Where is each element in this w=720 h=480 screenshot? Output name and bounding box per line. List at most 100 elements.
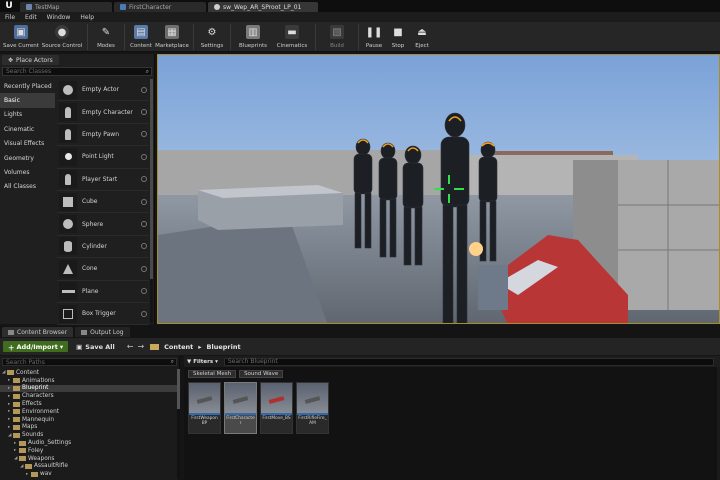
category-recently-placed[interactable]: Recently Placed [0,79,55,93]
doc-tab-label: TestMap [35,3,60,11]
asset-tile[interactable]: FirstWeaponBP [188,382,221,434]
cinematics-label: Cinematics [276,43,308,49]
tree-folder-content[interactable]: ◢ Content [0,369,178,377]
tree-folder-characters[interactable]: ▸ Characters [0,392,178,400]
tree-folder-maps[interactable]: ▸ Maps [0,424,178,432]
filter-chip-skeletal-mesh[interactable]: Skeletal Mesh [188,370,237,378]
actor-item-cylinder[interactable]: Cylinder [57,236,149,259]
actor-item-player-start[interactable]: Player Start [57,169,149,191]
tree-scrollbar[interactable] [177,369,180,479]
info-icon[interactable] [141,86,147,93]
category-basic[interactable]: Basic [0,93,55,108]
doc-tab-animation[interactable]: sw_Wep_AR_SProot_LP_01 [208,2,318,12]
actor-item-empty-character[interactable]: Empty Character [57,101,149,124]
folder-icon [13,417,20,423]
add-import-button[interactable]: ＋ Add/Import ▾ [3,341,69,352]
actor-label: Empty Character [82,108,133,116]
actor-item-box-trigger[interactable]: Box Trigger [57,303,149,326]
marketplace-button[interactable]: ▦ Marketplace [154,22,190,52]
actor-item-point-light[interactable]: Point Light [57,146,149,169]
menu-file[interactable]: File [5,14,15,21]
info-icon[interactable] [141,265,147,272]
cinematics-button[interactable]: ▬ Cinematics [272,22,312,52]
forward-arrow-icon[interactable]: → [137,342,144,351]
menu-edit[interactable]: Edit [25,14,37,21]
back-arrow-icon[interactable]: ← [127,342,134,351]
actor-item-empty-actor[interactable]: Empty Actor [57,79,149,102]
tab-content-browser[interactable]: Content Browser [2,327,74,337]
actor-label: Cone [82,265,98,273]
source-control-button[interactable]: ● Source Control [40,22,84,52]
info-icon[interactable] [141,243,147,250]
filters-button[interactable]: ▼ Filters ▾ [187,359,218,365]
search-blueprint-input[interactable]: Search Blueprint [223,357,714,366]
toolbar-divider [193,24,194,50]
info-icon[interactable] [141,176,147,183]
tree-folder-effects[interactable]: ▸ Effects [0,400,178,408]
tree-folder-audio-settings[interactable]: ▸ Audio_Settings [0,439,178,447]
eject-button[interactable]: ⏏ Eject [410,22,434,52]
doc-tab-label: FirstCharacter [129,3,172,11]
cube-icon [59,192,77,211]
build-button[interactable]: ▧ Build [319,22,355,52]
actor-item-cube[interactable]: Cube [57,191,149,214]
blueprints-button[interactable]: ▥ Blueprints [234,22,272,52]
tree-folder-foley[interactable]: ▸ Foley [0,447,178,455]
tree-folder-label: Blueprint [22,385,49,392]
tree-folder-environment[interactable]: ▸ Environment [0,408,178,416]
actor-item-plane[interactable]: Plane [57,281,149,303]
asset-tile[interactable]: FirstCharacter [224,382,257,434]
stop-button[interactable]: ■ Stop [386,22,410,52]
tree-folder-assaultrifle[interactable]: ◢ AssaultRifle [0,463,178,471]
asset-tile[interactable]: FirstRifleFire_AM [296,382,329,434]
doc-tab-firstcharacter[interactable]: FirstCharacter [114,2,206,12]
pause-button[interactable]: ❚❚ Pause [362,22,386,52]
settings-label: Settings [200,43,224,49]
tree-folder-mannequin[interactable]: ▸ Mannequin [0,416,178,424]
category-lights[interactable]: Lights [0,108,55,122]
filter-chip-sound-wave[interactable]: Sound Wave [239,370,284,378]
info-icon[interactable] [141,198,147,205]
tree-folder-wav[interactable]: ▸ wav [0,470,178,478]
actor-list-scrollbar[interactable] [150,79,153,323]
save-all-button[interactable]: ▣ Save All [76,343,115,351]
breadcrumb-content[interactable]: Content [164,343,193,351]
content-icon: ▤ [134,25,148,39]
menu-help[interactable]: Help [80,14,94,21]
actor-item-cone[interactable]: Cone [57,258,149,281]
info-icon[interactable] [141,131,147,138]
tree-folder-weapons[interactable]: ◢ Weapons [0,455,178,463]
tree-folder-sounds[interactable]: ◢ Sounds [0,431,178,439]
doc-tab-testmap[interactable]: TestMap [20,2,112,12]
asset-tile[interactable]: FirstMove_BS [260,382,293,434]
stop-label: Stop [391,43,405,49]
info-icon[interactable] [141,153,147,160]
actor-item-empty-pawn[interactable]: Empty Pawn [57,124,149,147]
category-volumes[interactable]: Volumes [0,165,55,179]
animation-icon [214,4,220,10]
menu-window[interactable]: Window [47,14,71,21]
level-viewport[interactable] [157,54,720,324]
category-cinematic[interactable]: Cinematic [0,122,55,136]
breadcrumb-blueprint[interactable]: Blueprint [207,343,241,351]
category-visual-effects[interactable]: Visual Effects [0,137,55,151]
tree-folder-animations[interactable]: ▸ Animations [0,377,178,385]
content-button[interactable]: ▤ Content [128,22,154,52]
tree-folder-blueprint[interactable]: ▸ Blueprint [0,384,178,393]
pause-icon: ❚❚ [365,26,383,38]
info-icon[interactable] [141,310,147,317]
search-blueprint-placeholder: Search Blueprint [227,358,278,365]
search-paths-input[interactable]: Search Paths ⌕ [2,358,177,366]
settings-button[interactable]: ⚙ Settings [197,22,227,52]
tab-output-log[interactable]: Output Log [75,327,130,337]
actor-item-sphere[interactable]: Sphere [57,213,149,236]
info-icon[interactable] [141,288,147,295]
save-current-button[interactable]: ▣ Save Current [2,22,40,52]
category-all-classes[interactable]: All Classes [0,180,55,194]
info-icon[interactable] [141,221,147,228]
info-icon[interactable] [141,109,147,116]
place-actors-tab[interactable]: ✥ Place Actors [2,55,59,65]
category-geometry[interactable]: Geometry [0,151,55,165]
search-classes-input[interactable]: Search Classes ⌕ [2,67,152,76]
modes-button[interactable]: ✎ Modes [91,22,121,52]
